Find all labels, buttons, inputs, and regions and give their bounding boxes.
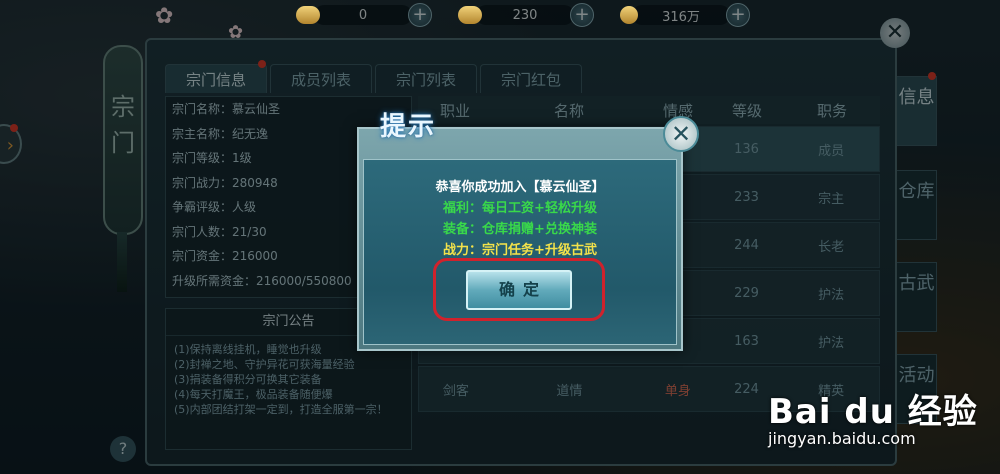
coin-icon (620, 6, 638, 24)
watermark-logo-text: Bai du 经验 (768, 392, 978, 432)
dialog-message-welfare: 福利：每日工资+轻松升级 (443, 201, 597, 216)
dialog-message-equipment: 装备：仓库捐赠+兑换神装 (443, 222, 597, 237)
dialog-title: 提示 (380, 112, 437, 142)
silver-ingot-icon (458, 6, 482, 24)
baidu-watermark: Bai du 经验 jingyan.baidu.com (768, 384, 978, 448)
gold-ingot-icon (296, 6, 320, 24)
highlight-annotation (433, 258, 605, 321)
dialog-close-button[interactable]: ✕ (663, 116, 699, 152)
dialog-message-join: 恭喜你成功加入【慕云仙圣】 (435, 180, 605, 195)
dialog-message-power: 战力：宗门任务+升级古武 (443, 243, 597, 258)
